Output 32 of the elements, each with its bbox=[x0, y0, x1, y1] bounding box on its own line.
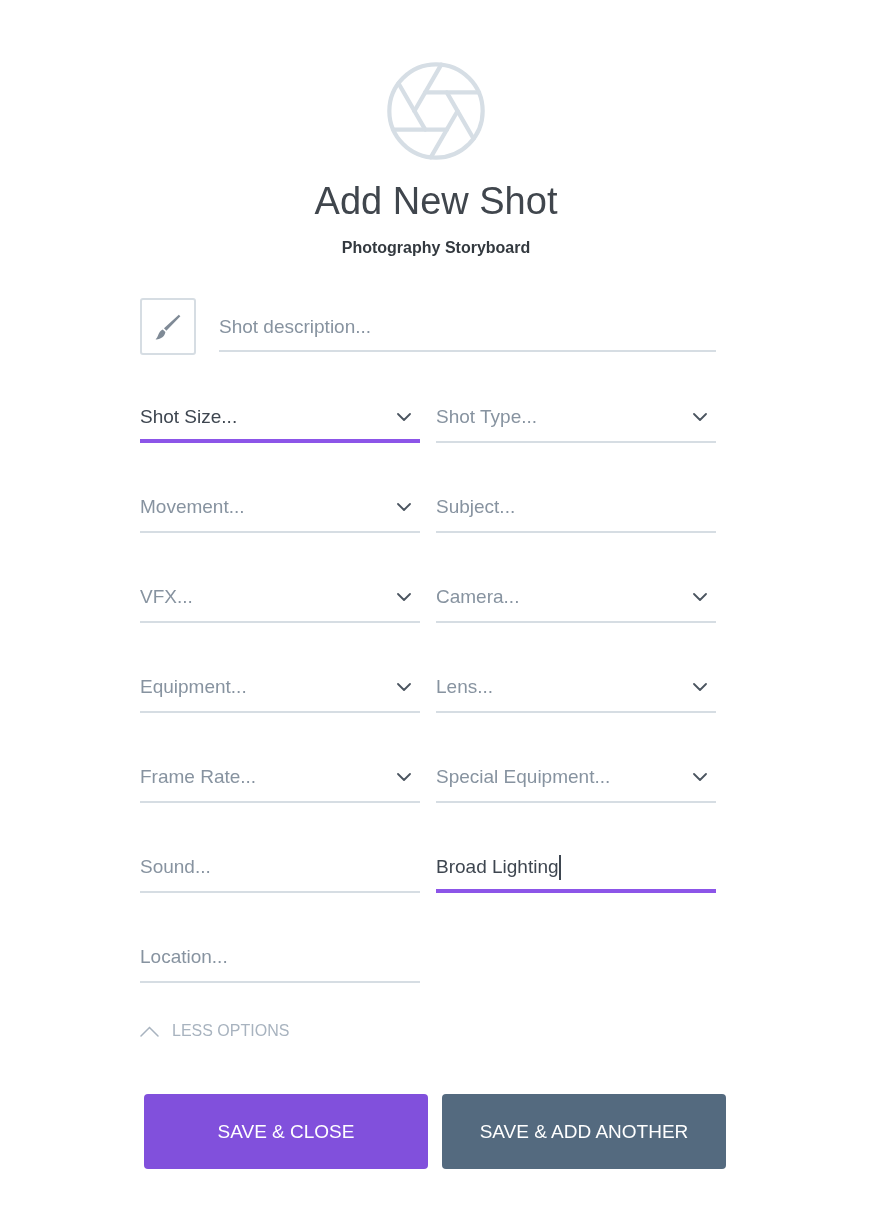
brush-button[interactable] bbox=[140, 298, 196, 355]
chevron-down-icon bbox=[397, 413, 411, 421]
less-options-toggle[interactable]: LESS OPTIONS bbox=[140, 1021, 290, 1041]
dropdown[interactable]: Camera... bbox=[436, 579, 716, 623]
dropdown[interactable]: Frame Rate... bbox=[140, 759, 420, 803]
dropdown[interactable]: VFX... bbox=[140, 579, 420, 623]
chevron-down-icon bbox=[693, 593, 707, 601]
chevron-down-icon bbox=[397, 503, 411, 511]
dropdown[interactable]: Equipment... bbox=[140, 669, 420, 713]
dialog-subtitle: Photography Storyboard bbox=[341, 238, 531, 258]
dropdown[interactable]: Movement... bbox=[140, 489, 420, 533]
description-field[interactable]: Shot description... bbox=[219, 308, 716, 352]
chevron-down-icon bbox=[693, 683, 707, 691]
save-close-button[interactable]: SAVE & CLOSE bbox=[144, 1094, 428, 1169]
chevron-down-icon bbox=[397, 683, 411, 691]
paintbrush-icon bbox=[155, 313, 181, 340]
dropdown[interactable]: Shot Size... bbox=[140, 399, 420, 443]
save-add-another-button[interactable]: SAVE & ADD ANOTHER bbox=[442, 1094, 726, 1169]
text-field[interactable]: Sound... bbox=[140, 849, 420, 893]
chevron-down-icon bbox=[397, 773, 411, 781]
text-field[interactable]: Subject... bbox=[436, 489, 716, 533]
aperture-icon bbox=[387, 62, 485, 160]
dropdown[interactable]: Lens... bbox=[436, 669, 716, 713]
chevron-down-icon bbox=[693, 413, 707, 421]
dropdown[interactable]: Shot Type... bbox=[436, 399, 716, 443]
dropdown[interactable]: Special Equipment... bbox=[436, 759, 716, 803]
chevron-down-icon bbox=[693, 773, 707, 781]
text-field[interactable]: Location... bbox=[140, 939, 420, 983]
text-cursor bbox=[558, 854, 561, 880]
dialog-title: Add New Shot bbox=[314, 179, 558, 224]
text-field[interactable]: Broad Lighting bbox=[436, 849, 716, 893]
chevron-down-icon bbox=[397, 593, 411, 601]
